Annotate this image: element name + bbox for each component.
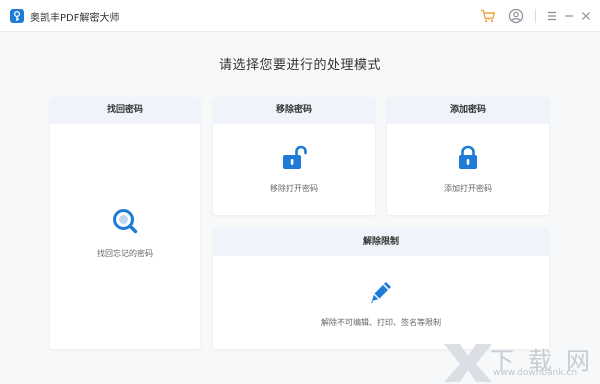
card-label: 移除打开密码 <box>270 184 318 193</box>
app-logo-icon <box>10 9 24 23</box>
unlock-icon <box>283 145 307 169</box>
card-title: 添加密码 <box>387 97 549 124</box>
pencil-icon <box>371 282 391 303</box>
card-title: 解除限制 <box>213 229 549 256</box>
card-label: 解除不可编辑、打印、签名等限制 <box>321 318 441 327</box>
find-password-card[interactable]: 找回密码 找回忘记的密码 <box>50 97 200 349</box>
card-title: 移除密码 <box>213 97 375 124</box>
minimize-icon[interactable] <box>561 8 577 24</box>
menu-icon[interactable] <box>544 8 560 24</box>
card-label: 找回忘记的密码 <box>97 249 153 258</box>
cart-icon[interactable] <box>480 8 496 24</box>
remove-password-card[interactable]: 移除密码 移除打开密码 <box>213 97 375 215</box>
app-title: 奥凯丰PDF解密大师 <box>30 13 120 24</box>
close-icon[interactable] <box>578 8 594 24</box>
watermark-url: www.downbank.cn <box>493 368 578 378</box>
add-password-card[interactable]: 添加密码 添加打开密码 <box>387 97 549 215</box>
remove-restrictions-card[interactable]: 解除限制 解除不可编辑、打印、签名等限制 <box>213 229 549 349</box>
page-heading: 请选择您要进行的处理模式 <box>218 58 381 73</box>
lock-icon <box>459 145 477 169</box>
card-label: 添加打开密码 <box>444 184 492 193</box>
card-title: 找回密码 <box>50 97 200 124</box>
titlebar-divider <box>535 9 536 23</box>
search-icon <box>113 209 138 234</box>
user-icon[interactable] <box>508 8 524 24</box>
title-bar: 奥凯丰PDF解密大师 <box>0 0 600 32</box>
